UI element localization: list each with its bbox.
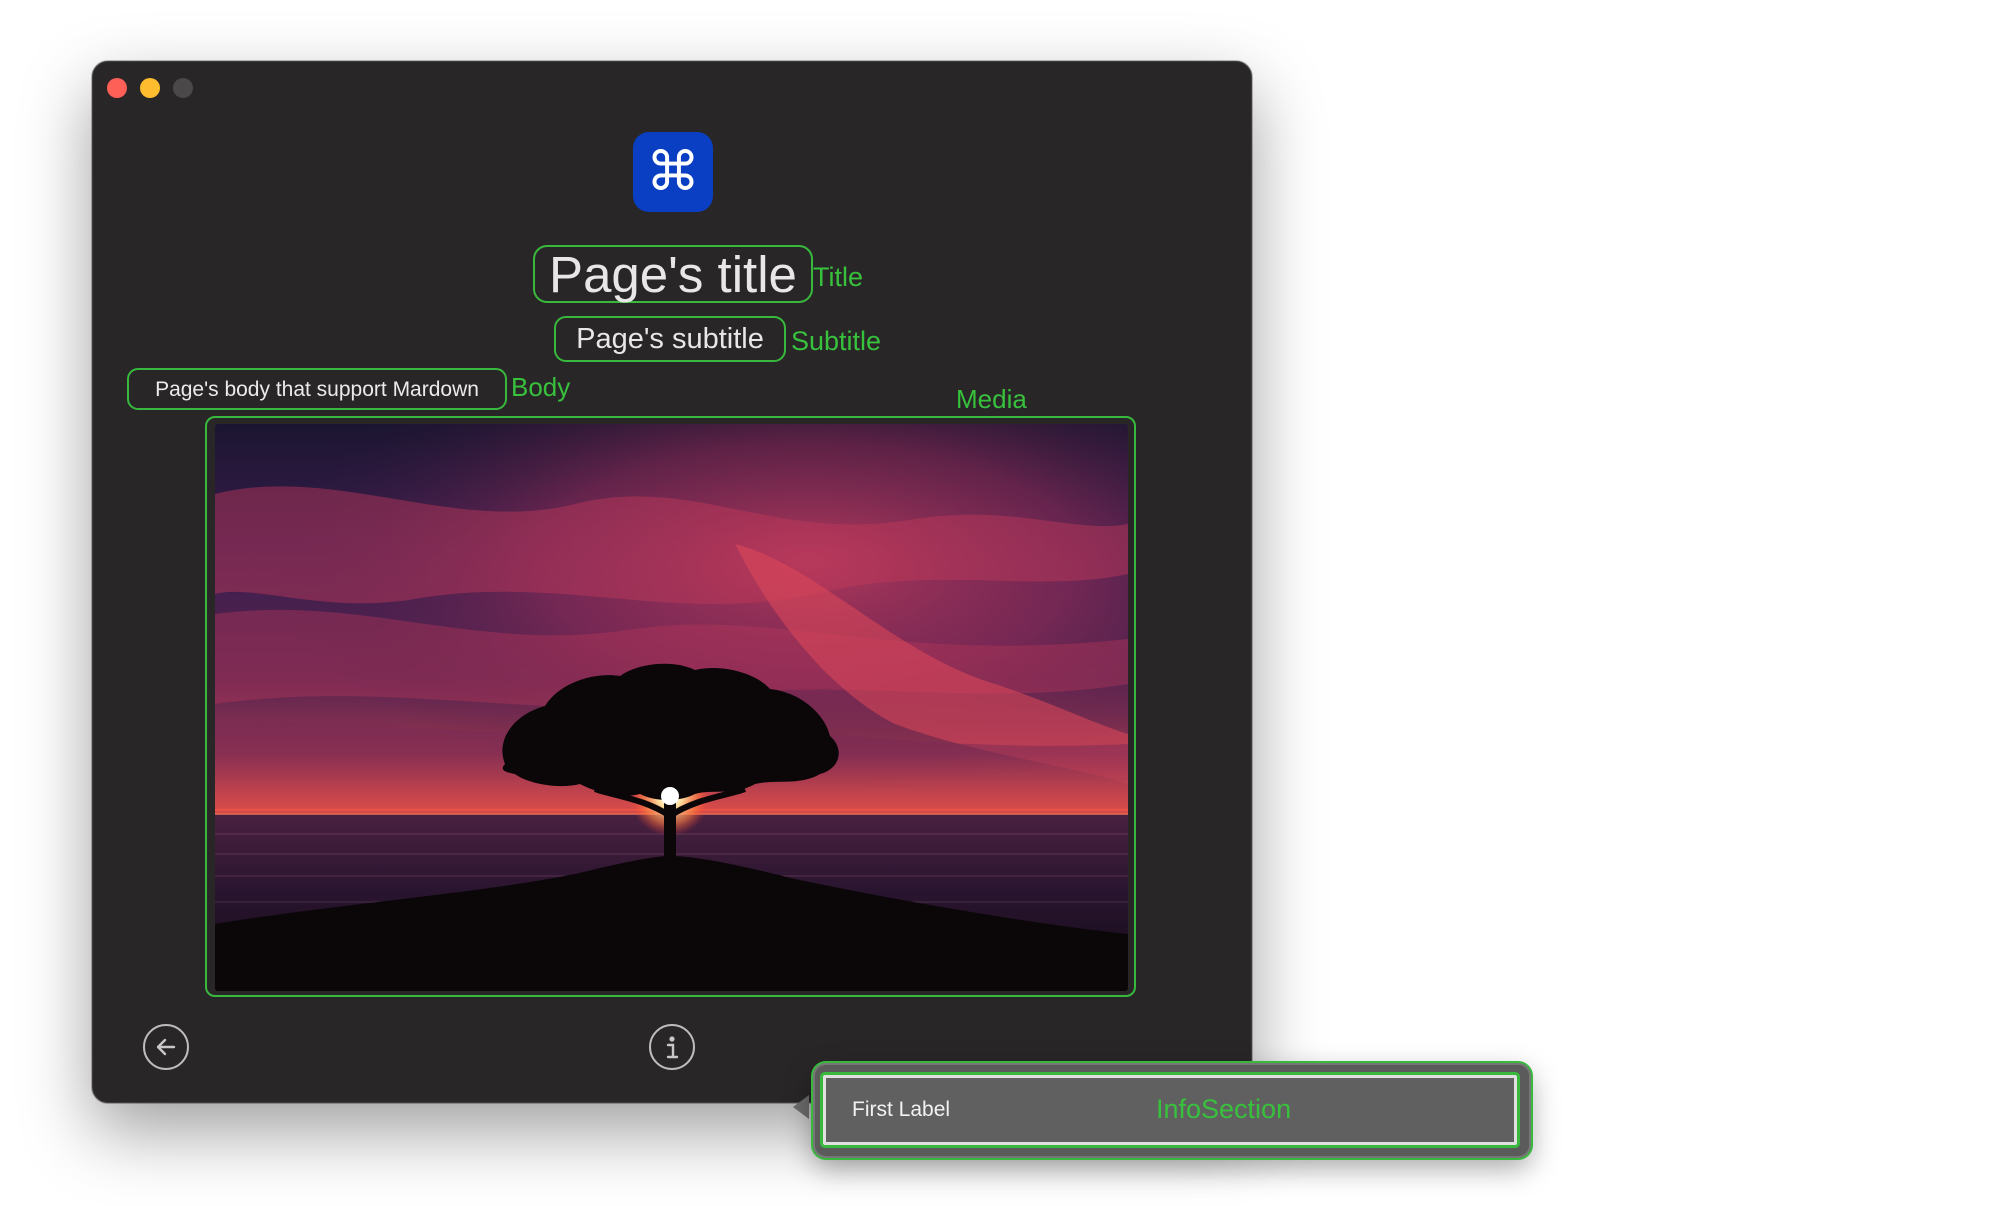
page-title: Page's title (549, 245, 797, 303)
title-debug-label: Title (813, 262, 864, 292)
window-minimize-button[interactable] (140, 78, 160, 98)
command-key-icon: ⌘ (633, 132, 713, 212)
sunset-tree-image (215, 424, 1128, 991)
body-outline: Page's body that support Mardown (127, 368, 507, 410)
info-icon (666, 1036, 679, 1059)
info-popover: First Label InfoSection (813, 1063, 1531, 1158)
first-label: First Label (852, 1098, 951, 1121)
subtitle-debug-label: Subtitle (791, 326, 882, 356)
page-body: Page's body that support Mardown (155, 377, 479, 401)
app-window: ⌘ Page's title Title Page's subtitle Sub… (92, 61, 1531, 1158)
info-button[interactable] (649, 1024, 695, 1070)
subtitle-outline: Page's subtitle (554, 316, 786, 362)
window-close-button[interactable] (107, 78, 127, 98)
page-subtitle: Page's subtitle (576, 322, 764, 355)
info-section-debug-label: InfoSection (1156, 1094, 1292, 1124)
popover-arrow (793, 1095, 809, 1119)
window-zoom-button[interactable] (173, 78, 193, 98)
media-image (215, 424, 1128, 991)
media-debug-label: Media (956, 384, 1027, 414)
media-outline (205, 416, 1136, 997)
body-debug-label: Body (511, 372, 571, 402)
info-section: First Label InfoSection (823, 1075, 1517, 1145)
title-outline: Page's title (533, 245, 813, 303)
arrow-left-icon (156, 1038, 176, 1056)
back-button[interactable] (143, 1024, 189, 1070)
